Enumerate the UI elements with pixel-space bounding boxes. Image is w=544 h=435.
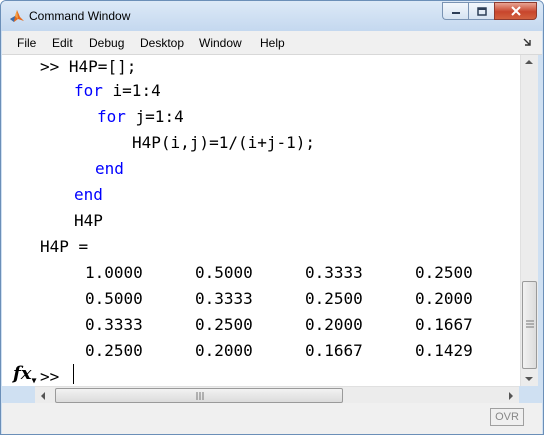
text-cursor — [73, 364, 74, 384]
matrix-row: 0.5000 0.3333 0.2500 0.2000 — [2, 287, 502, 311]
keyword: end — [74, 185, 103, 204]
horizontal-scroll-thumb[interactable] — [55, 388, 343, 403]
matrix-row: 0.2500 0.2000 0.1667 0.1429 — [2, 339, 502, 363]
matlab-logo-icon — [10, 10, 24, 22]
close-button[interactable] — [494, 2, 537, 20]
close-icon — [510, 6, 521, 16]
keyword: end — [95, 159, 124, 178]
menu-desktop[interactable]: Desktop — [140, 36, 184, 50]
scroll-left-icon[interactable] — [40, 392, 46, 400]
console-area[interactable]: >> H4P=[]; for i=1:4 for j=1:4 H4P(i,j)=… — [2, 55, 520, 386]
scroll-right-icon[interactable] — [508, 392, 514, 400]
matrix-cell: 0.2500 — [305, 289, 363, 308]
minimize-icon — [451, 12, 460, 14]
matrix-cell: 0.3333 — [305, 263, 363, 282]
minimize-button[interactable] — [442, 2, 468, 20]
vertical-scroll-thumb[interactable] — [522, 281, 537, 369]
console-line: for i=1:4 — [74, 81, 161, 100]
menu-help[interactable]: Help — [260, 36, 285, 50]
overwrite-indicator: OVR — [490, 408, 524, 426]
grip-icon — [526, 320, 534, 328]
matrix-row: 1.0000 0.5000 0.3333 0.2500 — [2, 261, 502, 285]
matrix-cell: 0.3333 — [195, 289, 253, 308]
maximize-icon — [476, 6, 487, 16]
undock-arrow-icon[interactable] — [522, 37, 532, 47]
status-bar: OVR — [2, 403, 542, 434]
console-line: for j=1:4 — [97, 107, 184, 126]
vertical-scrollbar[interactable] — [520, 55, 538, 386]
matrix-cell: 0.2500 — [415, 263, 473, 282]
window-title: Command Window — [29, 9, 131, 23]
matrix-cell: 0.2500 — [195, 315, 253, 334]
matrix-cell: 0.3333 — [85, 315, 143, 334]
matrix-cell: 0.2500 — [85, 341, 143, 360]
function-browser-icon[interactable]: fx▾ — [13, 363, 37, 387]
menu-file[interactable]: File — [17, 36, 36, 50]
matrix-cell: 0.2000 — [195, 341, 253, 360]
menu-debug[interactable]: Debug — [89, 36, 124, 50]
keyword: for — [97, 107, 126, 126]
console-line: H4P — [74, 211, 103, 230]
menu-bar: File Edit Debug Desktop Window Help — [2, 31, 542, 55]
console-line: H4P(i,j)=1/(i+j-1); — [132, 133, 316, 152]
command-window: Command Window File Edit Debug Desktop W… — [0, 0, 544, 435]
matrix-cell: 0.1429 — [415, 341, 473, 360]
scroll-up-icon[interactable] — [525, 59, 533, 65]
scroll-down-icon[interactable] — [525, 376, 533, 382]
matrix-cell: 0.1667 — [305, 341, 363, 360]
output-header: H4P = — [40, 237, 89, 256]
matrix-cell: 1.0000 — [85, 263, 143, 282]
window-controls — [442, 2, 537, 21]
menu-edit[interactable]: Edit — [52, 36, 73, 50]
matrix-cell: 0.5000 — [195, 263, 253, 282]
keyword: for — [74, 81, 103, 100]
grip-icon — [196, 392, 204, 400]
matrix-cell: 0.2000 — [305, 315, 363, 334]
matrix-cell: 0.5000 — [85, 289, 143, 308]
matrix-cell: 0.2000 — [415, 289, 473, 308]
title-bar[interactable]: Command Window — [1, 1, 543, 31]
maximize-button[interactable] — [468, 2, 494, 20]
horizontal-scrollbar[interactable] — [35, 386, 519, 404]
console-line: >> H4P=[]; — [40, 57, 137, 76]
matrix-cell: 0.1667 — [415, 315, 473, 334]
menu-window[interactable]: Window — [199, 36, 242, 50]
matrix-row: 0.3333 0.2500 0.2000 0.1667 — [2, 313, 502, 337]
